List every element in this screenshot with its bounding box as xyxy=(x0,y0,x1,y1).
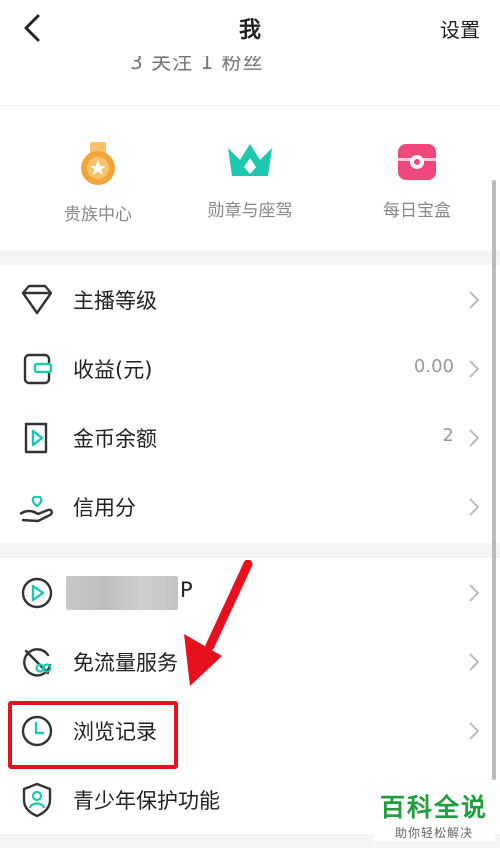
quick-action-daily-box[interactable]: 每日宝盒 xyxy=(352,140,482,221)
top-bar: 我 设置 xyxy=(0,0,500,56)
stats-text: 3 关注 1 粉丝 xyxy=(130,56,264,74)
profile-stats: 3 关注 1 粉丝 xyxy=(0,56,500,106)
medal-icon xyxy=(81,142,115,185)
shield-person-icon xyxy=(22,782,52,818)
quick-action-label: 贵族中心 xyxy=(64,205,132,225)
menu-item-label: 金币余额 xyxy=(73,427,157,451)
diamond-icon xyxy=(21,284,53,315)
menu-item-value: 2 xyxy=(442,425,454,446)
play-circle-icon xyxy=(21,577,53,609)
menu-item-label: 信用分 xyxy=(73,496,136,520)
menu-item-earnings[interactable]: 收益(元) 0.00 xyxy=(0,334,500,403)
watermark: 百科全说 助你轻松解决 xyxy=(374,788,494,841)
chevron-right-icon xyxy=(469,498,480,516)
menu-group-account: 主播等级 收益(元) 0.00 金币余额 2 信用分 xyxy=(0,265,500,543)
treasure-box-icon xyxy=(398,144,436,180)
menu-item-label: 收益(元) xyxy=(73,358,153,382)
quick-actions: 贵族中心 勋章与座驾 每日宝盒 xyxy=(0,106,500,251)
quick-action-noble-center[interactable]: 贵族中心 xyxy=(33,140,163,225)
chevron-right-icon xyxy=(469,653,480,671)
quick-action-label: 勋章与座驾 xyxy=(207,201,293,221)
page-title: 我 xyxy=(238,18,261,43)
crown-icon xyxy=(228,144,272,176)
hand-heart-icon xyxy=(19,495,53,523)
menu-item-label: 免流量服务 xyxy=(73,651,178,675)
chevron-right-icon xyxy=(469,429,480,447)
blurred-label xyxy=(66,576,178,610)
wallet-icon xyxy=(23,353,53,385)
chevron-right-icon xyxy=(469,722,480,740)
menu-item-value: 0.00 xyxy=(413,356,454,377)
quick-action-label: 每日宝盒 xyxy=(383,201,451,221)
menu-item-label: 青少年保护功能 xyxy=(73,789,220,813)
watermark-title: 百科全说 xyxy=(379,793,488,822)
chevron-right-icon xyxy=(469,360,480,378)
watermark-subtitle: 助你轻松解决 xyxy=(374,824,494,841)
menu-item-coin-balance[interactable]: 金币余额 2 xyxy=(0,403,500,472)
quick-action-badges[interactable]: 勋章与座驾 xyxy=(185,140,315,221)
data-free-icon xyxy=(23,648,52,677)
coin-card-icon xyxy=(24,422,48,454)
menu-item-label: 主播等级 xyxy=(73,289,157,313)
highlight-box xyxy=(8,701,178,769)
scrollbar[interactable] xyxy=(492,180,496,780)
menu-item-credit-score[interactable]: 信用分 xyxy=(0,472,500,541)
annotation-arrow-icon xyxy=(184,560,253,686)
settings-button[interactable]: 设置 xyxy=(440,14,480,43)
menu-item-streamer-level[interactable]: 主播等级 xyxy=(0,265,500,334)
chevron-right-icon xyxy=(469,584,480,602)
chevron-right-icon xyxy=(469,291,480,309)
